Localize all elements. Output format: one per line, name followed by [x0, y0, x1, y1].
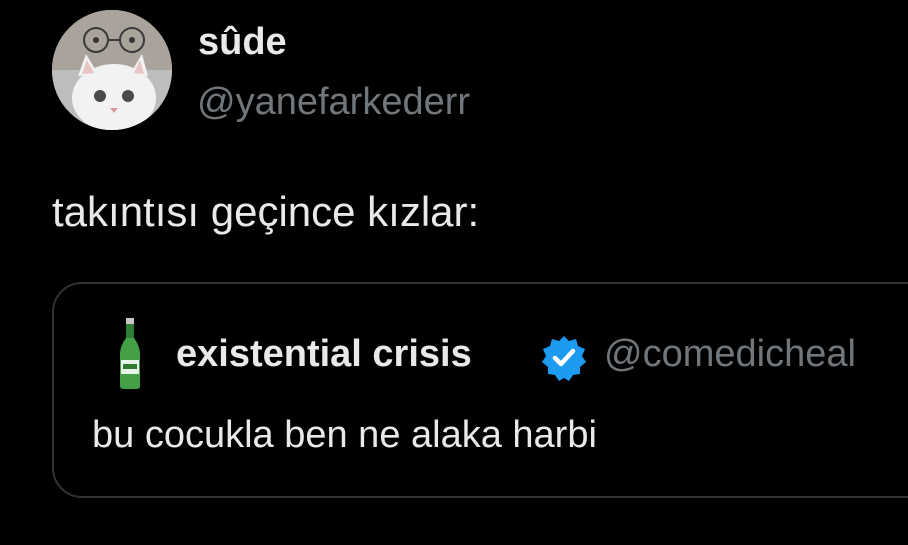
- verified-badge-icon: [542, 336, 586, 381]
- green-bottle-avatar-icon: [120, 318, 140, 389]
- quoted-author-display-name[interactable]: existential crisis: [176, 332, 472, 376]
- cat-selfie-avatar-icon: [52, 10, 172, 130]
- author-handle[interactable]: @yanefarkederr: [197, 80, 470, 124]
- author-avatar[interactable]: [52, 10, 172, 130]
- tweet[interactable]: sûde @yanefarkederr takıntısı geçince kı…: [0, 0, 908, 545]
- quoted-tweet-card[interactable]: existential crisis @comedicheal bu cocuk…: [52, 282, 908, 498]
- tweet-text: takıntısı geçince kızlar:: [52, 188, 480, 235]
- quoted-author-handle[interactable]: @comedicheal: [604, 332, 856, 376]
- quoted-tweet-text: bu cocukla ben ne alaka harbi: [92, 414, 597, 456]
- author-display-name[interactable]: sûde: [198, 20, 287, 64]
